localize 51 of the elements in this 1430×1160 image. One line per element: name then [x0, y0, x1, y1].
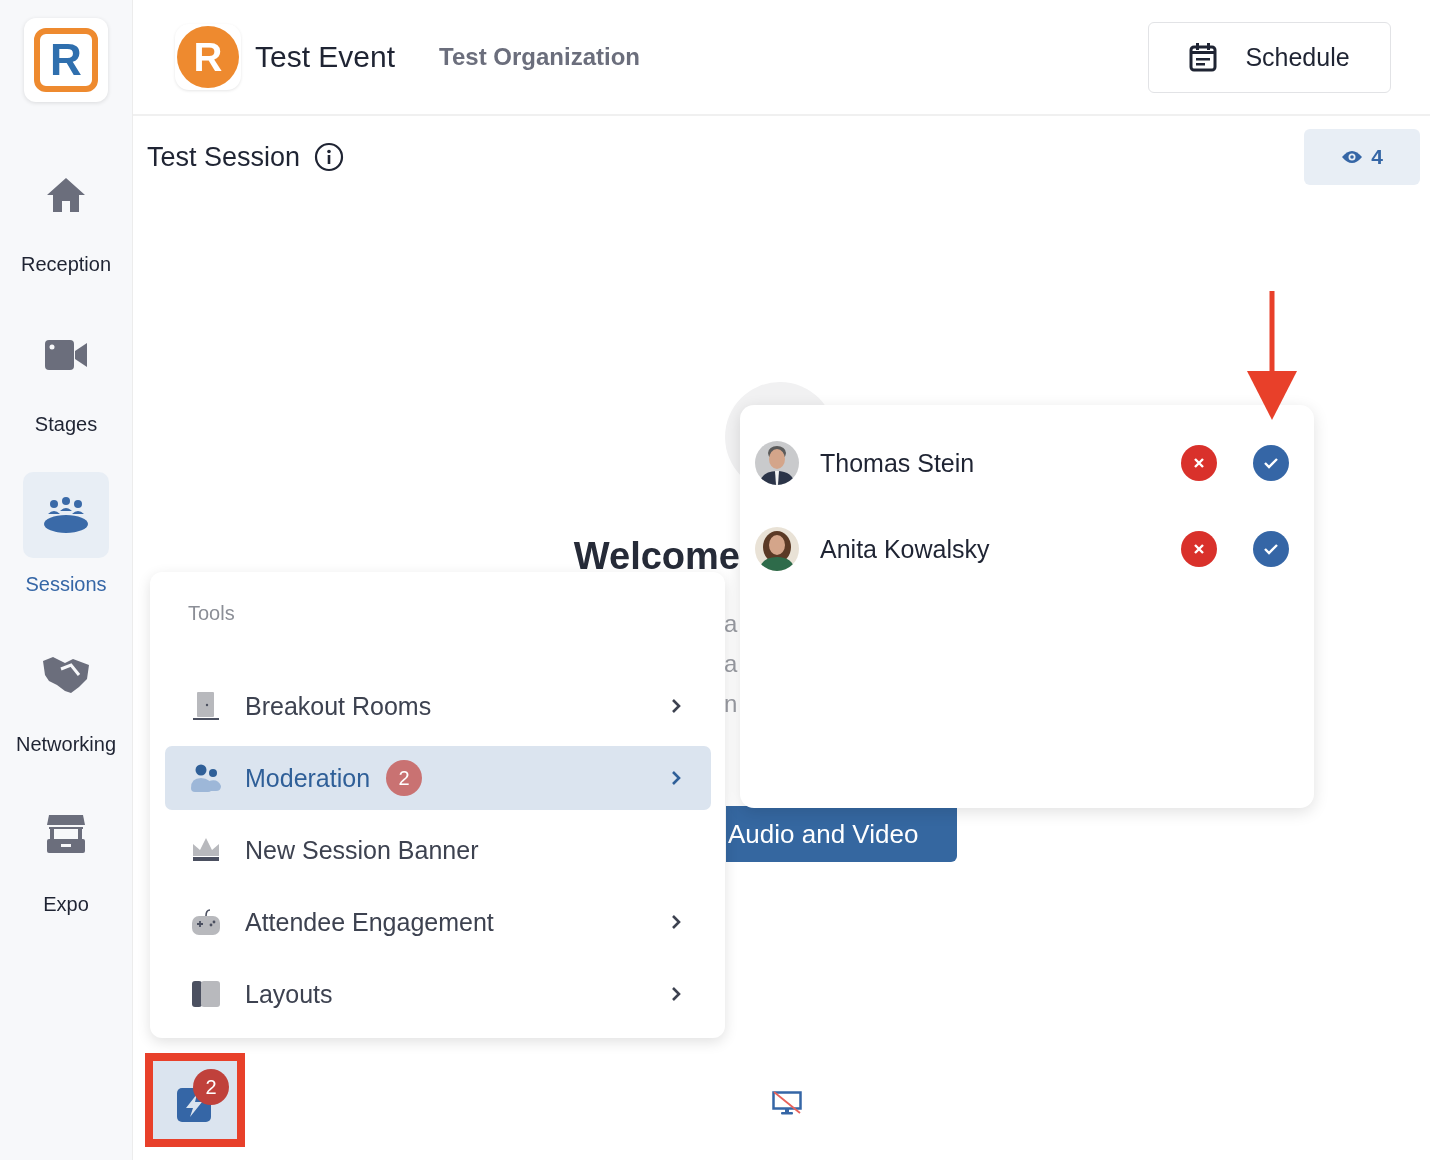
reject-button[interactable]: [1181, 445, 1217, 481]
event-logo: R: [175, 24, 241, 90]
video-camera-icon: [45, 340, 87, 370]
nav-label: Networking: [15, 733, 116, 756]
tools-button[interactable]: 2: [153, 1061, 237, 1139]
schedule-button[interactable]: Schedule: [1148, 21, 1391, 93]
organization-name: Test Organization: [439, 43, 641, 71]
market-stall-icon: [47, 815, 85, 855]
close-icon: [1193, 457, 1205, 469]
count-badge: 2: [193, 1069, 229, 1105]
nav-button[interactable]: [23, 472, 109, 558]
menu-item[interactable]: Layouts: [165, 962, 711, 1026]
gamepad-icon: [190, 908, 222, 936]
check-icon: [1263, 457, 1279, 469]
nav-label: Stages: [34, 413, 98, 436]
accept-button[interactable]: [1253, 531, 1289, 567]
info-icon[interactable]: [314, 142, 345, 172]
count-badge: 2: [386, 760, 423, 796]
menu-item[interactable]: Attendee Engagement: [165, 890, 711, 954]
close-icon: [1193, 543, 1205, 555]
eye-icon: [1341, 150, 1364, 164]
viewer-count-badge: 4: [1304, 129, 1420, 185]
people-table-icon: [43, 497, 89, 533]
menu-item[interactable]: Breakout Rooms: [165, 674, 711, 738]
layout-icon: [190, 981, 222, 1007]
screen-share-off-icon[interactable]: [772, 1091, 802, 1115]
check-icon: [1263, 543, 1279, 555]
attendee-name: Thomas Stein: [820, 448, 975, 478]
session-title: Test Session: [147, 141, 301, 173]
menu-item[interactable]: New Session Banner: [165, 818, 711, 882]
accept-button[interactable]: [1253, 445, 1289, 481]
nav-label: Sessions: [25, 573, 107, 596]
door-icon: [190, 692, 222, 720]
people-icon: [190, 764, 222, 792]
audio-video-button[interactable]: Audio and Video: [726, 806, 957, 862]
home-icon: [46, 177, 86, 213]
partial-text: a: [724, 610, 738, 638]
crown-icon: [190, 838, 222, 862]
reject-button[interactable]: [1181, 531, 1217, 567]
menu-item[interactable]: Moderation 2: [165, 746, 711, 810]
event-title: Test Event: [255, 40, 396, 74]
app-logo: R: [24, 18, 108, 102]
nav-label: Expo: [43, 893, 89, 916]
attendee-name: Anita Kowalsky: [820, 534, 990, 564]
calendar-icon: [1189, 42, 1218, 72]
menu-title: Tools: [188, 602, 236, 625]
welcome-heading: Welcome: [573, 535, 740, 578]
partial-text: a: [724, 650, 738, 678]
handshake-icon: [43, 655, 89, 695]
nav-label: Reception: [20, 253, 112, 276]
partial-text: n: [724, 690, 738, 718]
